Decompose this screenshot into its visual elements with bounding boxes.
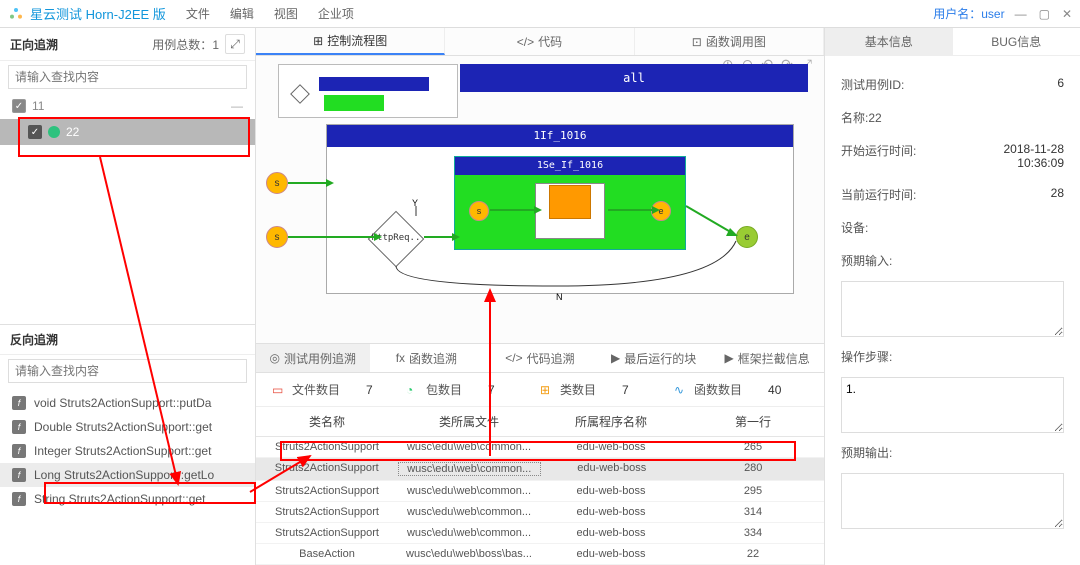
function-icon: f — [12, 396, 26, 410]
node-end[interactable]: e — [736, 226, 758, 248]
target-icon: ◎ — [270, 351, 280, 365]
case-count: 用例总数：1 — [152, 36, 219, 53]
app-title: 星云测试 Horn-J2EE 版 — [30, 4, 166, 23]
start-value: 2018-11-28 10:36:09 — [1004, 142, 1065, 170]
list-item-selected[interactable]: fLong Struts2ActionSupport::getLo — [0, 463, 255, 487]
checkbox-icon[interactable]: ✓ — [28, 125, 42, 139]
close-icon[interactable]: ✕ — [1062, 7, 1072, 21]
rtab-basic[interactable]: 基本信息 — [825, 28, 953, 55]
expected-input-field[interactable] — [841, 281, 1064, 337]
menu-enterprise[interactable]: 企业项 — [318, 5, 354, 22]
tab-callgraph[interactable]: ⊡函数调用图 — [635, 28, 824, 55]
dev-label: 设备: — [841, 219, 868, 236]
name-label: 名称:22 — [841, 109, 882, 126]
reverse-trace-title: 反向追溯 — [10, 331, 58, 348]
graph-icon: ⊡ — [692, 35, 702, 49]
table-header: 类名称类所属文件所属程序名称第一行 — [256, 407, 824, 437]
tab-code[interactable]: </>代码 — [445, 28, 634, 55]
block-icon: ▶ — [725, 351, 734, 365]
table-row-selected[interactable]: Struts2ActionSupportwusc\edu\web\common.… — [256, 458, 824, 481]
status-dot-icon — [48, 126, 60, 138]
node-start-1[interactable]: s — [266, 172, 288, 194]
node-decision[interactable]: HttpReq.. — [368, 211, 424, 267]
table-row[interactable]: Struts2ActionSupportwusc\edu\web\common.… — [256, 481, 824, 502]
function-icon: f — [12, 444, 26, 458]
expin-label: 预期输入: — [841, 252, 892, 269]
titlebar: 星云测试 Horn-J2EE 版 文件 编辑 视图 企业项 用户名：user —… — [0, 0, 1080, 28]
minimize-icon[interactable]: — — [1015, 7, 1027, 21]
package-icon: ◔ — [406, 383, 420, 397]
file-icon: ▭ — [272, 383, 286, 397]
list-item[interactable]: fInteger Struts2ActionSupport::get — [0, 439, 255, 463]
menu-file[interactable]: 文件 — [186, 5, 210, 22]
function-icon: ∿ — [674, 383, 688, 397]
btab-function[interactable]: fx函数追溯 — [370, 344, 484, 372]
flowchart-icon: ⊞ — [313, 34, 323, 48]
minimap[interactable] — [278, 64, 458, 118]
rtab-bug[interactable]: BUG信息 — [953, 28, 1080, 55]
testid-label: 测试用例ID: — [841, 76, 904, 93]
checkbox-icon[interactable]: ✓ — [12, 99, 26, 113]
start-label: 开始运行时间: — [841, 142, 916, 170]
all-bar: all — [460, 64, 808, 92]
btab-intercept[interactable]: ▶框架拦截信息 — [710, 344, 824, 372]
user-label: 用户名：user — [933, 5, 1004, 22]
tab-flowchart[interactable]: ⊞控制流程图 — [256, 28, 445, 55]
cur-label: 当前运行时间: — [841, 186, 916, 203]
btab-code[interactable]: </>代码追溯 — [483, 344, 597, 372]
function-icon: f — [12, 492, 26, 506]
trace-table: 类名称类所属文件所属程序名称第一行 Struts2ActionSupportwu… — [256, 407, 824, 565]
flow-title: 1If_1016 — [327, 125, 793, 147]
main-menu: 文件 编辑 视图 企业项 — [186, 5, 354, 22]
app-logo-icon — [8, 6, 24, 22]
expand-icon[interactable]: ⤢ — [225, 34, 245, 54]
flow-diagram[interactable]: all 1If_1016 s s HttpReq.. 1Se_If_1016 s… — [256, 56, 824, 343]
btab-testcase[interactable]: ◎测试用例追溯 — [256, 344, 370, 372]
forward-search-input[interactable] — [8, 65, 247, 89]
steps-label: 操作步骤: — [841, 348, 892, 365]
node-start-2[interactable]: s — [266, 226, 288, 248]
testid-value: 6 — [1057, 76, 1064, 93]
class-icon: ⊞ — [540, 383, 554, 397]
expected-output-field[interactable] — [841, 473, 1064, 529]
list-item[interactable]: fvoid Struts2ActionSupport::putDa — [0, 391, 255, 415]
play-icon: ▶ — [611, 351, 620, 365]
tree-row-22[interactable]: ✓ 22 — [0, 119, 255, 145]
fx-icon: fx — [396, 351, 405, 365]
inner-block[interactable]: 1Se_If_1016 s e — [454, 156, 686, 250]
list-item[interactable]: fString Struts2ActionSupport::get — [0, 487, 255, 511]
table-row[interactable]: Struts2ActionSupportwusc\edu\web\common.… — [256, 523, 824, 544]
menu-edit[interactable]: 编辑 — [230, 5, 254, 22]
btab-lastrun[interactable]: ▶最后运行的块 — [597, 344, 711, 372]
tree-row-11[interactable]: ✓ 11 — — [0, 93, 255, 119]
expout-label: 预期输出: — [841, 444, 892, 461]
code-icon: </> — [505, 351, 522, 365]
table-row[interactable]: Struts2ActionSupportwusc\edu\web\common.… — [256, 437, 824, 458]
code-icon: </> — [517, 35, 534, 49]
function-icon: f — [12, 468, 26, 482]
maximize-icon[interactable]: ▢ — [1039, 7, 1050, 21]
menu-view[interactable]: 视图 — [274, 5, 298, 22]
cur-value: 28 — [1051, 186, 1064, 203]
steps-field[interactable] — [841, 377, 1064, 433]
list-item[interactable]: fDouble Struts2ActionSupport::get — [0, 415, 255, 439]
forward-trace-title: 正向追溯 — [10, 36, 58, 53]
collapse-icon[interactable]: — — [231, 99, 243, 113]
table-row[interactable]: BaseActionwusc\edu\web\boss\bas...edu-we… — [256, 544, 824, 565]
reverse-search-input[interactable] — [8, 359, 247, 383]
function-icon: f — [12, 420, 26, 434]
table-row[interactable]: Struts2ActionSupportwusc\edu\web\common.… — [256, 502, 824, 523]
